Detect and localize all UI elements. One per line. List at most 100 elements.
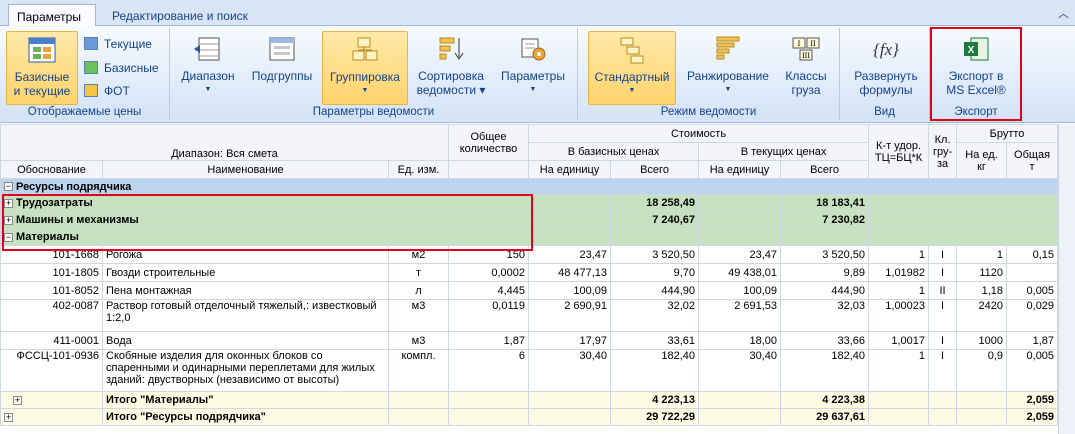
subgroups-button[interactable]: Подгруппы (246, 31, 318, 105)
group-title: Ресурсы подрядчика (16, 180, 132, 193)
sort-label-1: Сортировка (418, 69, 484, 83)
total-row-materials[interactable]: + Итого "Материалы" 4 223,13 4 223,38 2,059 (0, 391, 1059, 409)
row-current-unit: 49 438,01 (698, 263, 782, 282)
collapse-icon[interactable]: − (4, 182, 13, 192)
expand-icon[interactable]: + (4, 412, 13, 422)
expand-formulas-button[interactable]: {fx} Развернуть формулы (848, 31, 924, 105)
row-kg: 1,18 (956, 281, 1008, 300)
row-current-unit: 100,09 (698, 281, 782, 300)
row-kg: 1 (956, 245, 1008, 264)
unit-header[interactable]: Ед. изм. (387, 160, 450, 179)
group-current-total (780, 228, 870, 246)
basic-current-label-1: Базисные (14, 70, 70, 84)
group-displayed-prices: Базисные и текущие Текущие Базисные ФОТ … (0, 28, 170, 120)
row-code: 411-0001 (0, 331, 103, 350)
basic-total-header[interactable]: Всего (610, 160, 700, 179)
row-name: Раствор готовый отделочный тяжелый,: изв… (102, 299, 389, 332)
group-label-view: Вид (874, 106, 895, 118)
tab-parameters[interactable]: Параметры (8, 4, 96, 27)
row-unit: т (387, 263, 450, 282)
grouping-button[interactable]: Группировка ▼ (322, 31, 408, 105)
group-current-total: 18 183,41 (780, 194, 870, 212)
range-icon (194, 37, 220, 61)
expand-label-2: формулы (859, 83, 913, 97)
groups-highlight-box (2, 194, 533, 251)
row-name: Скобяные изделия для оконных блоков со с… (102, 349, 389, 392)
table-row[interactable]: 101-1805 Гвозди строительные т 0,0002 48 477… (0, 263, 1059, 282)
row-t (1006, 263, 1059, 282)
table-row[interactable]: ФССЦ-101-0936 Скобяные изделия для оконны… (0, 349, 1059, 392)
expand-label-1: Развернуть (854, 69, 918, 83)
total-t: 2,059 (1006, 408, 1059, 426)
total-row-resources[interactable]: + Итого "Ресурсы подрядчика" 29 722,29 29 6… (0, 408, 1059, 426)
standard-mode-button[interactable]: Стандартный ▼ (588, 31, 676, 105)
group-sheet-mode: Стандартный ▼ Ранжирование ▼ I II III Классы… (578, 28, 840, 120)
export-highlight-box (930, 27, 1022, 121)
row-t: 0,005 (1006, 349, 1059, 392)
row-basic-unit: 100,09 (528, 281, 612, 300)
statement-table: Диапазон: Вся смета Общее количество Сто… (0, 124, 1059, 426)
basic-prices-button[interactable]: Базисные (82, 58, 159, 78)
standard-label: Стандартный (594, 70, 670, 84)
svg-text:III: III (802, 51, 810, 60)
row-class: II (928, 281, 958, 300)
group-row-resources[interactable]: − Ресурсы подрядчика (0, 178, 1059, 195)
total-t: 2,059 (1006, 391, 1059, 409)
table-row[interactable]: 101-8052 Пена монтажная л 4,445 100,09 444,90… (0, 281, 1059, 300)
total-current: 29 637,61 (780, 408, 870, 426)
row-basic-unit: 23,47 (528, 245, 612, 264)
range-header: Диапазон: Вся смета (0, 124, 450, 161)
row-current-total: 9,89 (780, 263, 870, 282)
row-t: 0,15 (1006, 245, 1059, 264)
row-coef: 1,00023 (868, 299, 930, 332)
row-t: 1,87 (1006, 331, 1059, 350)
row-code: 101-8052 (0, 281, 103, 300)
vertical-scrollbar[interactable] (1058, 124, 1075, 434)
subgroups-label: Подгруппы (251, 69, 313, 83)
basic-and-current-button[interactable]: Базисные и текущие (6, 31, 78, 105)
row-current-unit: 18,00 (698, 331, 782, 350)
expand-icon[interactable]: + (13, 395, 22, 405)
grouping-label: Группировка (330, 70, 400, 84)
ranking-button[interactable]: Ранжирование ▼ (682, 31, 774, 105)
parameters-icon (521, 38, 546, 61)
class-header: Кл. гру- за (928, 124, 958, 179)
row-name: Пена монтажная (102, 281, 389, 300)
total-current: 4 223,38 (780, 391, 870, 409)
table-row[interactable]: 402-0087 Раствор готовый отделочный тяжел… (0, 299, 1059, 332)
row-code: 402-0087 (0, 299, 103, 332)
cargo-classes-button[interactable]: I II III Классы груза (778, 31, 834, 105)
name-header[interactable]: Наименование (102, 160, 389, 179)
ribbon-collapse-icon[interactable]: ︿ (1058, 5, 1069, 21)
group-sheet-parameters: Диапазон ▼ Подгруппы Группировка ▼ Сортиро… (170, 28, 578, 120)
row-class: I (928, 299, 958, 332)
statement-grid: Диапазон: Вся смета Общее количество Сто… (0, 124, 1059, 434)
total-basic: 4 223,13 (610, 391, 700, 409)
current-label: Текущие (104, 37, 152, 51)
fot-button[interactable]: ФОТ (82, 81, 130, 101)
range-button[interactable]: Диапазон ▼ (176, 31, 240, 105)
cargo-classes-icon: I IIIII (792, 37, 820, 61)
row-kg: 1120 (956, 263, 1008, 282)
row-basic-total: 9,70 (610, 263, 700, 282)
parameters-button[interactable]: Параметры ▼ (496, 31, 570, 105)
row-qty: 0,0002 (448, 263, 530, 282)
coef-header: К-т удор. ТЦ=БЦ*К (868, 124, 930, 179)
basic-unit-header[interactable]: На единицу (528, 160, 612, 179)
row-current-total: 33,66 (780, 331, 870, 350)
row-class: I (928, 245, 958, 264)
current-unit-header[interactable]: На единицу (698, 160, 782, 179)
basis-header[interactable]: Обоснование (0, 160, 103, 179)
group-basic-total (610, 228, 700, 246)
basic-label: Базисные (104, 61, 159, 75)
grouping-icon (352, 37, 378, 61)
table-row[interactable]: 411-0001 Вода м3 1,87 17,97 33,61 18,00 33,66 1,… (0, 331, 1059, 350)
tab-edit-search[interactable]: Редактирование и поиск (104, 4, 256, 27)
brutto-header: Брутто (956, 124, 1059, 143)
sort-button[interactable]: Сортировка ведомости ▾ (414, 31, 488, 105)
current-prices-button[interactable]: Текущие (82, 34, 152, 54)
table-grid-icon (28, 37, 56, 63)
row-unit: компл. (387, 349, 450, 392)
current-total-header[interactable]: Всего (780, 160, 870, 179)
row-coef: 1 (868, 281, 930, 300)
